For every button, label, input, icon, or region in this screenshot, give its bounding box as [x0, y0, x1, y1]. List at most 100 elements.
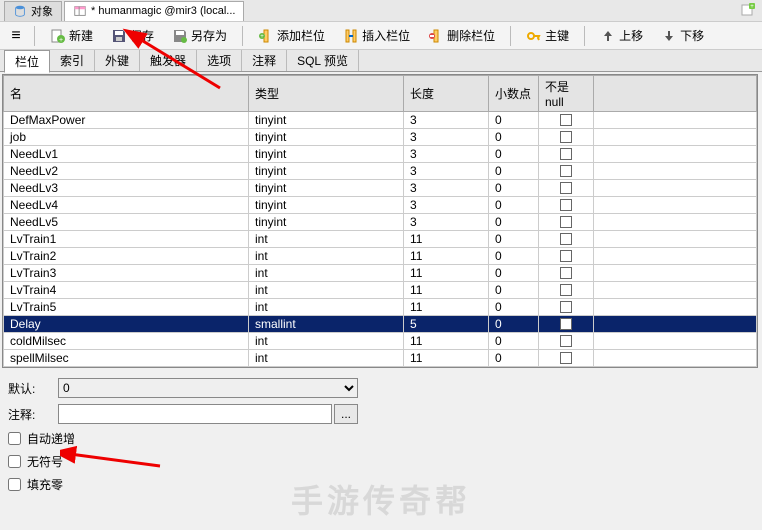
cell-notnull[interactable] [539, 129, 594, 146]
table-row[interactable]: spellMilsecint110 [4, 350, 757, 367]
cell-notnull[interactable] [539, 214, 594, 231]
header-decimal[interactable]: 小数点 [489, 76, 539, 112]
header-notnull[interactable]: 不是 null [539, 76, 594, 112]
cell-name[interactable]: LvTrain4 [4, 282, 249, 299]
cell-name[interactable]: NeedLv3 [4, 180, 249, 197]
checkbox-icon[interactable] [560, 148, 572, 160]
delete-column-button[interactable]: 删除栏位 [421, 24, 502, 47]
cell-type[interactable]: int [249, 350, 404, 367]
cell-name[interactable]: NeedLv4 [4, 197, 249, 214]
cell-type[interactable]: tinyint [249, 146, 404, 163]
cell-len[interactable]: 11 [404, 333, 489, 350]
table-row[interactable]: LvTrain4int110 [4, 282, 757, 299]
cell-dec[interactable]: 0 [489, 265, 539, 282]
cell-len[interactable]: 3 [404, 146, 489, 163]
table-row[interactable]: DefMaxPowertinyint30 [4, 112, 757, 129]
checkbox-icon[interactable] [560, 352, 572, 364]
checkbox-icon[interactable] [560, 284, 572, 296]
cell-type[interactable]: int [249, 333, 404, 350]
cell-notnull[interactable] [539, 180, 594, 197]
cell-len[interactable]: 3 [404, 180, 489, 197]
table-row[interactable]: LvTrain2int110 [4, 248, 757, 265]
cell-len[interactable]: 11 [404, 231, 489, 248]
cell-notnull[interactable] [539, 282, 594, 299]
cell-len[interactable]: 3 [404, 214, 489, 231]
cell-name[interactable]: job [4, 129, 249, 146]
cell-name[interactable]: NeedLv2 [4, 163, 249, 180]
insert-column-button[interactable]: 插入栏位 [336, 24, 417, 47]
zerofill-checkbox[interactable] [8, 478, 21, 491]
cell-name[interactable]: NeedLv1 [4, 146, 249, 163]
move-up-button[interactable]: 上移 [593, 24, 650, 47]
cell-notnull[interactable] [539, 163, 594, 180]
saveas-button[interactable]: 另存为 [165, 24, 234, 47]
table-row[interactable]: LvTrain5int110 [4, 299, 757, 316]
menu-icon[interactable]: ≡ [6, 27, 26, 45]
save-button[interactable]: 保存 [104, 24, 161, 47]
table-row[interactable]: NeedLv4tinyint30 [4, 197, 757, 214]
header-name[interactable]: 名 [4, 76, 249, 112]
cell-notnull[interactable] [539, 350, 594, 367]
checkbox-icon[interactable] [560, 335, 572, 347]
cell-len[interactable]: 3 [404, 129, 489, 146]
cell-dec[interactable]: 0 [489, 197, 539, 214]
table-row[interactable]: LvTrain3int110 [4, 265, 757, 282]
cell-dec[interactable]: 0 [489, 214, 539, 231]
cell-len[interactable]: 5 [404, 316, 489, 333]
cell-dec[interactable]: 0 [489, 163, 539, 180]
cell-name[interactable]: LvTrain3 [4, 265, 249, 282]
cell-len[interactable]: 3 [404, 112, 489, 129]
cell-notnull[interactable] [539, 248, 594, 265]
table-row[interactable]: NeedLv3tinyint30 [4, 180, 757, 197]
sub-tab-4[interactable]: 选项 [197, 50, 242, 71]
checkbox-icon[interactable] [560, 182, 572, 194]
checkbox-icon[interactable] [560, 199, 572, 211]
unsigned-checkbox[interactable] [8, 455, 21, 468]
cell-len[interactable]: 11 [404, 248, 489, 265]
cell-type[interactable]: tinyint [249, 129, 404, 146]
cell-notnull[interactable] [539, 146, 594, 163]
sub-tab-5[interactable]: 注释 [242, 50, 287, 71]
sub-tab-3[interactable]: 触发器 [140, 50, 197, 71]
auto-increment-checkbox[interactable] [8, 432, 21, 445]
cell-dec[interactable]: 0 [489, 299, 539, 316]
cell-type[interactable]: int [249, 299, 404, 316]
cell-type[interactable]: tinyint [249, 214, 404, 231]
cell-notnull[interactable] [539, 112, 594, 129]
cell-type[interactable]: tinyint [249, 197, 404, 214]
cell-name[interactable]: Delay [4, 316, 249, 333]
cell-notnull[interactable] [539, 197, 594, 214]
cell-dec[interactable]: 0 [489, 350, 539, 367]
sub-tab-6[interactable]: SQL 预览 [287, 50, 359, 71]
table-row[interactable]: NeedLv1tinyint30 [4, 146, 757, 163]
cell-dec[interactable]: 0 [489, 112, 539, 129]
sub-tab-2[interactable]: 外键 [95, 50, 140, 71]
comment-input[interactable] [58, 404, 332, 424]
cell-notnull[interactable] [539, 299, 594, 316]
cell-dec[interactable]: 0 [489, 129, 539, 146]
table-row[interactable]: NeedLv2tinyint30 [4, 163, 757, 180]
cell-type[interactable]: int [249, 282, 404, 299]
cell-name[interactable]: LvTrain1 [4, 231, 249, 248]
cell-dec[interactable]: 0 [489, 146, 539, 163]
table-row[interactable]: LvTrain1int110 [4, 231, 757, 248]
cell-notnull[interactable] [539, 231, 594, 248]
cell-len[interactable]: 11 [404, 350, 489, 367]
cell-dec[interactable]: 0 [489, 180, 539, 197]
checkbox-icon[interactable] [560, 318, 572, 330]
cell-notnull[interactable] [539, 265, 594, 282]
cell-dec[interactable]: 0 [489, 316, 539, 333]
new-button[interactable]: + 新建 [43, 24, 100, 47]
tab-object[interactable]: 对象 [4, 1, 62, 21]
cell-len[interactable]: 11 [404, 299, 489, 316]
default-select[interactable]: 0 [58, 378, 358, 398]
add-column-button[interactable]: + 添加栏位 [251, 24, 332, 47]
checkbox-icon[interactable] [560, 131, 572, 143]
cell-notnull[interactable] [539, 333, 594, 350]
cell-type[interactable]: int [249, 265, 404, 282]
checkbox-icon[interactable] [560, 250, 572, 262]
cell-name[interactable]: LvTrain5 [4, 299, 249, 316]
table-row[interactable]: NeedLv5tinyint30 [4, 214, 757, 231]
cell-name[interactable]: DefMaxPower [4, 112, 249, 129]
cell-notnull[interactable] [539, 316, 594, 333]
